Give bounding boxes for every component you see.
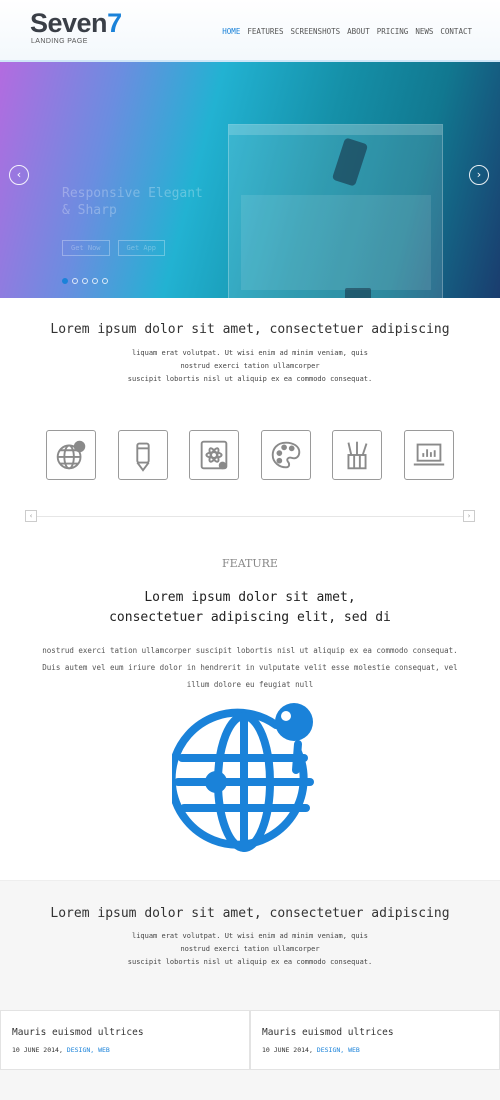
pencil-icon[interactable] [117,430,168,480]
hero-faded-text: Responsive Elegant & Sharp [62,186,203,218]
post-card[interactable]: Mauris euismod ultrices 10 JUNE 2014, DE… [250,1010,500,1070]
post-tags[interactable]: DESIGN, WEB [317,1046,360,1054]
chevron-right-icon[interactable]: › [463,510,475,522]
palette-icon[interactable] [260,430,311,480]
hero-get-now-button[interactable]: Get Now [62,240,110,256]
pencil-cup-icon[interactable] [332,430,383,480]
feature-heading: Lorem ipsum dolor sit amet, consectetuer… [109,590,391,625]
post-title[interactable]: Mauris euismod ultrices [262,1027,488,1038]
carousel-track [25,516,475,517]
news-title: Lorem ipsum dolor sit amet, consectetuer… [50,906,450,921]
feature-description: nostrud exerci tation ullamcorper suscip… [42,646,458,689]
intro-text: liquam erat volutpat. Ut wisi enim ad mi… [127,349,373,383]
hero-dock-image [345,288,371,298]
chevron-left-icon[interactable]: ‹ [9,165,29,185]
nav-about[interactable]: ABOUT [347,27,370,36]
logo[interactable]: Seven7 [30,8,122,39]
logo-subtitle: LANDING PAGE [31,38,88,45]
slider-dot[interactable] [82,278,88,284]
hero-buttons: Get Now Get App [62,240,166,256]
chevron-left-icon[interactable]: ‹ [25,510,37,522]
intro-title: Lorem ipsum dolor sit amet, consectetuer… [50,322,450,337]
nav-home[interactable]: HOME [222,27,240,36]
nav-news[interactable]: NEWS [415,27,433,36]
hero-get-app-button[interactable]: Get App [117,240,166,256]
globe-pin-icon [167,692,332,857]
globe-pin-icon[interactable] [46,430,96,480]
post-list: Mauris euismod ultrices 10 JUNE 2014, DE… [0,1010,500,1070]
nav-screenshots[interactable]: SCREENSHOTS [290,27,340,36]
site-header: Seven7 LANDING PAGE HOME FEATURES SCREEN… [0,0,500,62]
main-nav: HOME FEATURES SCREENSHOTS ABOUT PRICING … [222,27,472,36]
nav-features[interactable]: FEATURES [247,27,283,36]
chevron-right-icon[interactable]: › [469,165,489,185]
hero-slider: Responsive Elegant & Sharp Get Now Get A… [0,62,500,298]
feature-icon-row [46,430,454,480]
post-tags[interactable]: DESIGN, WEB [67,1046,110,1054]
post-meta: 10 JUNE 2014, DESIGN, WEB [262,1046,360,1054]
post-title[interactable]: Mauris euismod ultrices [12,1027,238,1038]
post-card[interactable]: Mauris euismod ultrices 10 JUNE 2014, DE… [0,1010,250,1070]
nav-pricing[interactable]: PRICING [377,27,409,36]
news-text: liquam erat volutpat. Ut wisi enim ad mi… [127,932,373,966]
slider-dot[interactable] [92,278,98,284]
feature-label: FEATURE [222,557,278,570]
slider-dot[interactable] [102,278,108,284]
slider-dots [62,278,108,284]
post-meta: 10 JUNE 2014, DESIGN, WEB [12,1046,110,1054]
laptop-chart-icon[interactable] [403,430,454,480]
nav-contact[interactable]: CONTACT [440,27,472,36]
tablet-atom-icon[interactable] [189,430,240,480]
slider-dot[interactable] [72,278,78,284]
slider-dot[interactable] [62,278,68,284]
hero-screen-image [228,124,443,298]
